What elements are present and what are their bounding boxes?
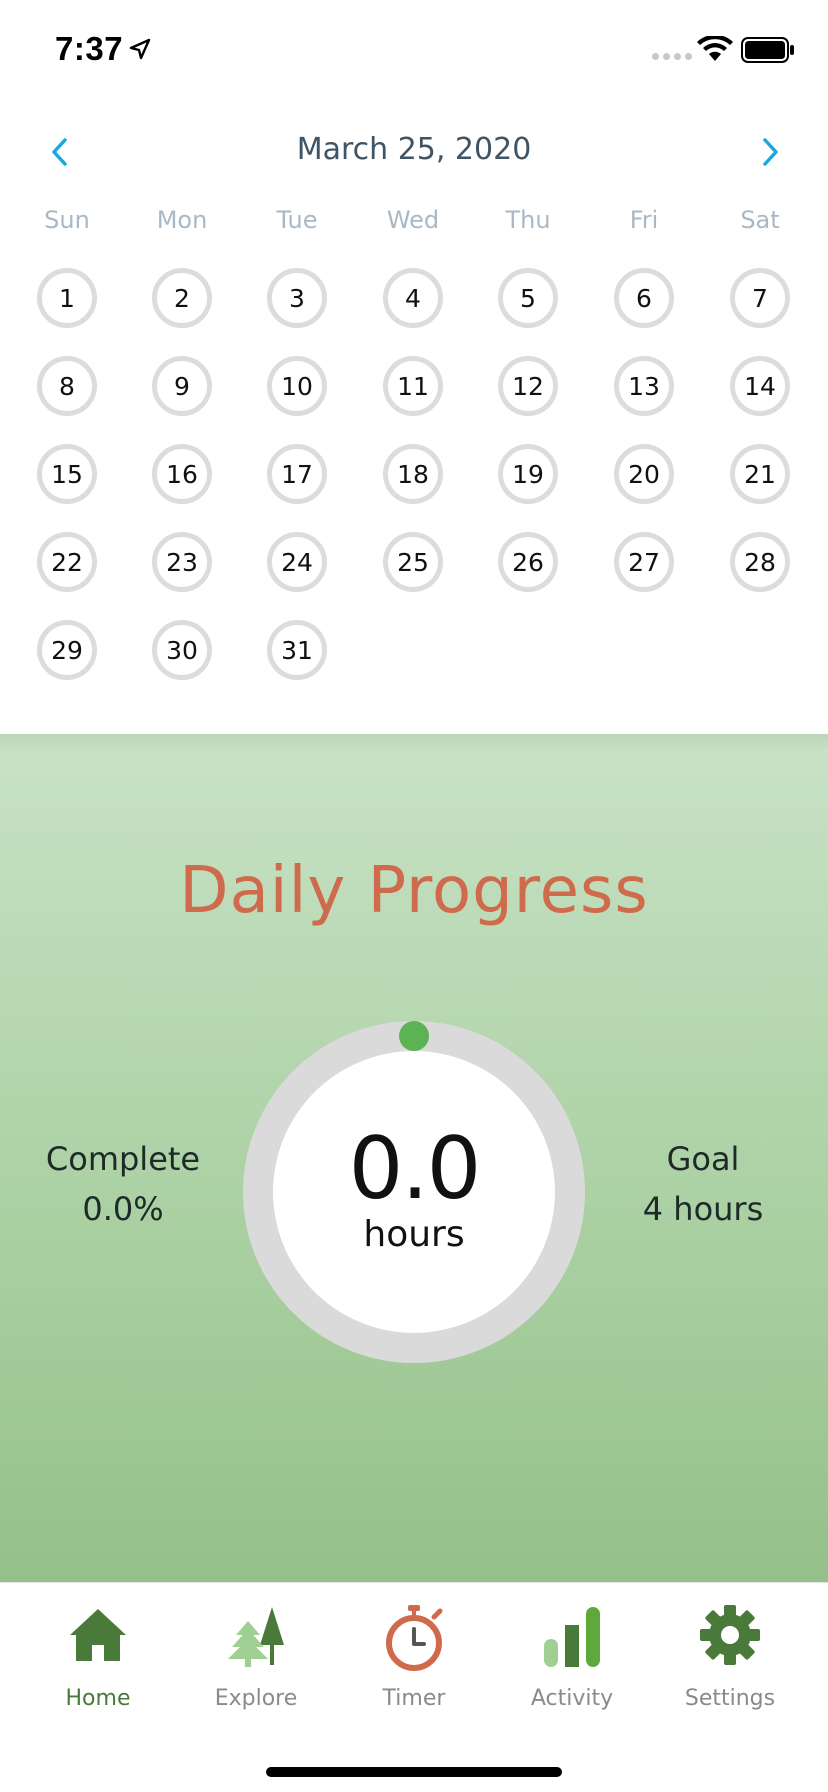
calendar-day[interactable]: 3 [267,268,327,328]
calendar-day[interactable]: 17 [267,444,327,504]
weekday-label: Thu [505,206,551,234]
weekday-label: Sun [44,206,90,234]
weekday-row: Sun Mon Tue Wed Thu Fri Sat [0,206,828,246]
calendar-day[interactable]: 31 [267,620,327,680]
calendar-day[interactable]: 26 [498,532,558,592]
goal-stat[interactable]: Goal 4 hours [604,1134,802,1234]
trees-icon [228,1607,284,1667]
next-month-chevron-icon[interactable] [750,132,790,172]
calendar-day[interactable]: 30 [152,620,212,680]
weekday-label: Fri [629,206,659,234]
tab-explore[interactable]: Explore [181,1603,331,1723]
daily-progress-panel: Daily Progress 0.0 hours Complete 0.0% G… [0,734,828,1582]
section-divider-shadow [0,734,828,752]
tab-home-label: Home [65,1686,131,1711]
calendar-day[interactable]: 16 [152,444,212,504]
status-time: 7:37 [55,30,124,67]
calendar-day[interactable]: 23 [152,532,212,592]
calendar-header: March 25, 2020 [0,120,828,184]
calendar-month-title: March 25, 2020 [296,132,532,167]
calendar-day[interactable]: 29 [37,620,97,680]
calendar-day[interactable]: 13 [614,356,674,416]
calendar-day[interactable]: 15 [37,444,97,504]
tab-explore-label: Explore [214,1686,298,1711]
status-bar: 7:37 [0,0,828,100]
gear-icon [700,1605,760,1665]
bar-chart-icon [544,1607,600,1667]
calendar-day[interactable]: 21 [730,444,790,504]
calendar-day[interactable]: 7 [730,268,790,328]
calendar-day[interactable]: 12 [498,356,558,416]
calendar-day[interactable]: 14 [730,356,790,416]
calendar-day[interactable]: 10 [267,356,327,416]
calendar-day[interactable]: 19 [498,444,558,504]
tab-settings-label: Settings [684,1686,776,1711]
calendar-day[interactable]: 4 [383,268,443,328]
cellular-signal-icon [652,53,692,60]
hours-unit-label: hours [363,1214,465,1255]
tab-bar: Home Explore Timer Activity Settings [0,1582,828,1792]
goal-value: 4 hours [642,1190,764,1228]
complete-value: 0.0% [82,1190,164,1228]
calendar-day[interactable]: 11 [383,356,443,416]
complete-label: Complete [45,1140,201,1178]
tab-timer[interactable]: Timer [339,1603,489,1723]
calendar-day[interactable]: 27 [614,532,674,592]
tab-settings[interactable]: Settings [655,1603,805,1723]
calendar-day[interactable]: 1 [37,268,97,328]
weekday-label: Wed [386,206,440,234]
wifi-icon [697,36,733,61]
calendar-day[interactable]: 8 [37,356,97,416]
complete-stat: Complete 0.0% [20,1134,226,1234]
home-indicator[interactable] [266,1767,562,1777]
weekday-label: Mon [156,206,208,234]
calendar-day[interactable]: 5 [498,268,558,328]
hours-value: 0.0 [348,1119,482,1219]
calendar-day[interactable]: 25 [383,532,443,592]
calendar-day[interactable]: 20 [614,444,674,504]
calendar-day[interactable]: 28 [730,532,790,592]
progress-indicator-dot [399,1021,429,1051]
tab-activity[interactable]: Activity [497,1603,647,1723]
stopwatch-icon [386,1605,443,1671]
calendar-day[interactable]: 9 [152,356,212,416]
calendar-day[interactable]: 6 [614,268,674,328]
battery-icon [741,37,794,63]
tab-activity-label: Activity [530,1686,614,1711]
daily-progress-title: Daily Progress [179,854,649,928]
tab-timer-label: Timer [382,1686,446,1711]
weekday-label: Tue [276,206,318,234]
calendar-day[interactable]: 18 [383,444,443,504]
tab-home[interactable]: Home [23,1603,173,1723]
calendar-day[interactable]: 2 [152,268,212,328]
goal-label: Goal [666,1140,740,1178]
location-arrow-icon [129,38,151,60]
calendar-day[interactable]: 22 [37,532,97,592]
home-icon [70,1609,126,1661]
calendar-day-grid: 1 2 3 4 5 6 7 8 9 10 11 12 13 14 15 16 1… [0,0,828,720]
weekday-label: Sat [740,206,780,234]
calendar-day[interactable]: 24 [267,532,327,592]
